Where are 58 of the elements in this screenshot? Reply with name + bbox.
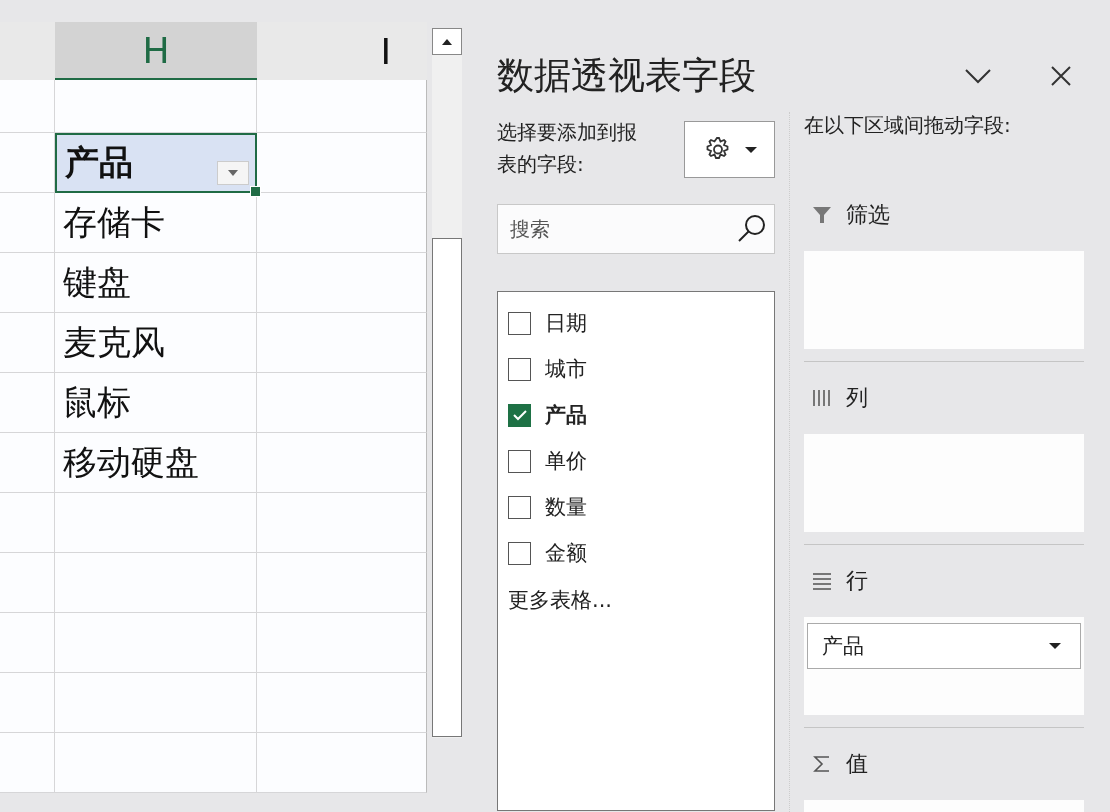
table-cell: 存储卡 — [55, 193, 257, 253]
rows-icon — [812, 572, 832, 590]
pane-title: 数据透视表字段 — [497, 53, 757, 99]
table-cell — [0, 373, 55, 433]
table-cell — [0, 673, 55, 733]
chevron-down-icon[interactable] — [964, 68, 992, 84]
scrollbar-thumb[interactable] — [432, 238, 462, 737]
checkbox[interactable] — [508, 449, 531, 473]
field-label[interactable]: 产品 — [545, 401, 587, 429]
table-cell — [0, 193, 55, 253]
checkmark-icon — [511, 409, 528, 421]
table-cell — [0, 613, 55, 673]
checkbox[interactable] — [508, 495, 531, 519]
tools-button[interactable] — [684, 121, 775, 178]
checkbox[interactable] — [508, 311, 531, 335]
caret-down-icon — [1048, 642, 1062, 650]
field-label[interactable]: 城市 — [545, 355, 587, 383]
checkbox[interactable] — [508, 403, 531, 427]
checkbox[interactable] — [508, 541, 531, 565]
table-cell: 移动硬盘 — [55, 433, 257, 493]
filter-icon — [812, 205, 832, 225]
field-dropdown[interactable]: 产品 — [807, 623, 1081, 669]
field-label[interactable]: 单价 — [545, 447, 587, 475]
scroll-up-button[interactable] — [432, 28, 462, 55]
choose-fields-label: 选择要添加到报表的字段: — [497, 119, 637, 178]
columns-icon — [812, 389, 832, 407]
table-cell — [0, 313, 55, 373]
field-label[interactable]: 数量 — [545, 493, 587, 521]
area-label: 行 — [846, 567, 868, 595]
vertical-scrollbar[interactable] — [432, 28, 462, 738]
caret-down-icon — [743, 145, 758, 154]
sigma-icon — [812, 754, 832, 774]
table-cell — [0, 133, 55, 193]
area-label: 值 — [846, 750, 868, 778]
table-cell — [0, 80, 55, 133]
table-cell: 麦克风 — [55, 313, 257, 373]
table-cell — [0, 493, 55, 553]
table-cell — [0, 433, 55, 493]
checkbox[interactable] — [508, 357, 531, 381]
filter-dropdown-button[interactable] — [217, 161, 249, 185]
caret-up-icon — [441, 37, 453, 46]
column-header[interactable]: H — [55, 22, 257, 80]
caret-down-icon — [227, 169, 239, 177]
fill-handle[interactable] — [250, 186, 261, 197]
table-cell — [0, 553, 55, 613]
close-icon[interactable] — [1050, 65, 1072, 87]
table-cell: 键盘 — [55, 253, 257, 313]
areas-label: 在以下区域间拖动字段: — [804, 112, 1012, 139]
field-label[interactable]: 金额 — [545, 539, 587, 567]
table-cell: 鼠标 — [55, 373, 257, 433]
more-tables-link[interactable]: 更多表格... — [508, 586, 613, 614]
area-label: 筛选 — [846, 201, 890, 229]
drop-zone[interactable]: 产品 — [804, 617, 1084, 715]
table-cell — [0, 253, 55, 313]
search-field[interactable]: 搜索 — [497, 204, 775, 254]
area-label: 列 — [846, 384, 868, 412]
field-label[interactable]: 日期 — [545, 309, 587, 337]
table-cell — [0, 733, 55, 793]
